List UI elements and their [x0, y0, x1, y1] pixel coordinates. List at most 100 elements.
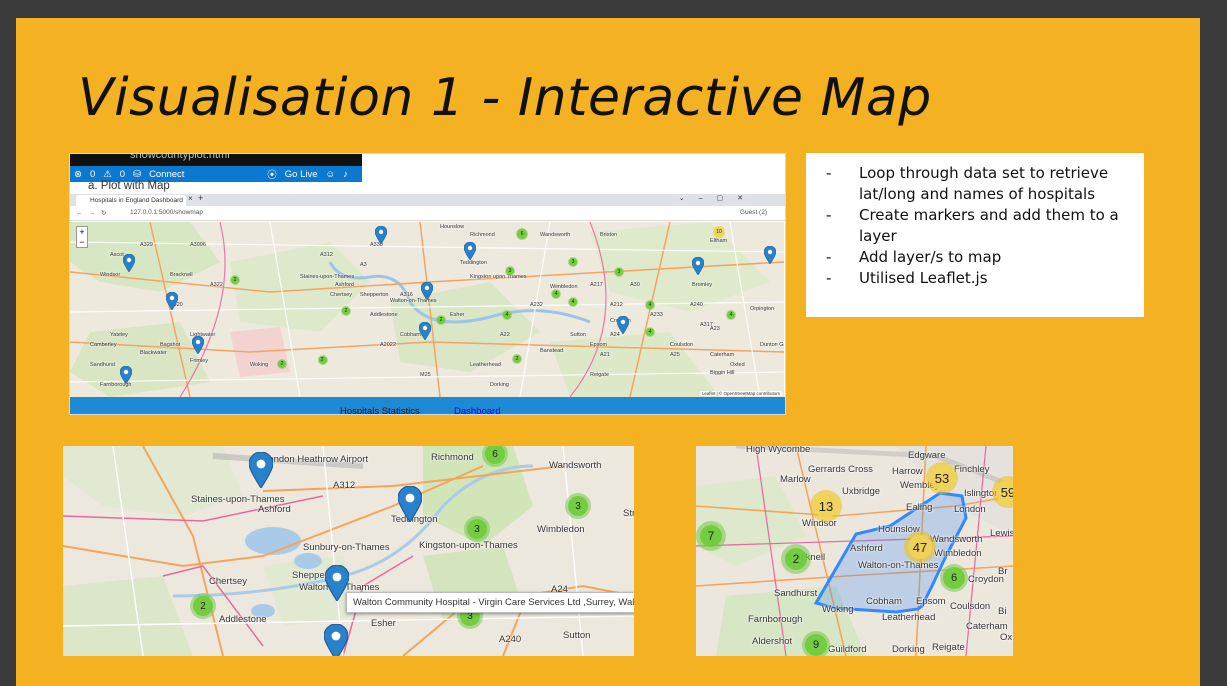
marker-cluster[interactable]: 2 [512, 354, 522, 364]
place-label: Chertsey [330, 292, 353, 298]
marker-cluster[interactable]: 53 [926, 462, 958, 494]
bullet-item: - Add layer/s to map [826, 248, 1002, 266]
place-label: Caterham [710, 352, 735, 358]
marker-cluster[interactable]: 2 [781, 544, 811, 574]
place-label: M25 [420, 372, 431, 378]
bell-icon[interactable]: ♪ [343, 169, 348, 180]
marker-cluster[interactable]: 4 [726, 310, 736, 320]
connect-button[interactable]: Connect [149, 169, 184, 180]
polygon-map[interactable]: High Wycombe Marlow Gerrards Cross Harrow Fi… [696, 446, 1013, 656]
place-label: Addlestone [370, 312, 398, 318]
place-label: A3 [360, 262, 367, 268]
window-controls[interactable]: ⌄–▢✕ [679, 194, 757, 202]
marker-cluster[interactable]: 2 [341, 306, 351, 316]
marker-cluster[interactable]: 4 [568, 297, 578, 307]
cluster-count: 2 [342, 307, 350, 315]
place-label: A2022 [380, 342, 396, 348]
marker-cluster[interactable]: 3 [568, 257, 578, 267]
marker-cluster[interactable]: 10 [713, 226, 725, 238]
cluster-count: 7 [700, 525, 722, 547]
cluster-count: 4 [646, 328, 654, 336]
map-marker-icon[interactable] [165, 291, 179, 315]
place-label: Uxbridge [842, 486, 881, 497]
place-label: Wandsworth [930, 534, 983, 545]
marker-cluster[interactable]: 13 [810, 490, 842, 522]
place-label: Kingston-upon-Thames [419, 540, 518, 551]
marker-cluster[interactable]: 4 [551, 289, 561, 299]
place-label: A240 [499, 634, 522, 645]
place-label: Lewis [990, 528, 1013, 539]
marker-cluster[interactable]: 2 [318, 356, 326, 364]
map-marker-icon[interactable] [420, 281, 434, 305]
place-label: Windsor [100, 272, 121, 278]
go-live-button[interactable]: Go Live [285, 169, 318, 180]
tab-title: Hospitals in England Dashboard [90, 197, 183, 204]
zoomed-map[interactable]: London Heathrow Airport Richmond Wandswort… [63, 446, 634, 656]
place-label: A329 [140, 242, 153, 248]
cluster-count: 4 [552, 290, 560, 298]
cluster-count: 10 [714, 227, 724, 237]
place-label: Orpington [750, 306, 775, 312]
dashboard-link[interactable]: Dashboard [454, 406, 500, 414]
map-marker-icon[interactable] [374, 225, 388, 249]
editor-file-name: showcountyplot.html [130, 153, 230, 161]
marker-cluster[interactable]: 6 [516, 228, 528, 240]
marker-cluster[interactable]: 6 [940, 564, 968, 592]
tab-close-icon[interactable]: × [188, 194, 193, 203]
cluster-count: 4 [503, 311, 511, 319]
nav-icons[interactable]: ←→↻ [76, 209, 112, 217]
marker-cluster[interactable]: 4 [645, 300, 655, 310]
warning-icon[interactable]: ⚠ [103, 169, 112, 180]
browser-tab[interactable]: Hospitals in England Dashboard [76, 195, 186, 206]
marker-cluster[interactable]: 2 [230, 275, 240, 285]
place-label: Reigate [590, 372, 609, 378]
place-label: A21 [600, 352, 610, 358]
place-label: Edgware [908, 450, 946, 461]
marker-cluster[interactable]: 9 [802, 631, 830, 656]
map-marker-icon[interactable] [397, 485, 423, 527]
url-field[interactable]: 127.0.0.1:5000/showmap [130, 209, 203, 216]
hospital-tooltip: Walton Community Hospital - Virgin Care … [346, 592, 634, 613]
map-marker-icon[interactable] [616, 315, 630, 339]
place-label: Cobham [866, 596, 902, 607]
place-label: Sutton [570, 332, 586, 338]
zoom-control[interactable]: + − [76, 226, 88, 248]
zoom-in-button[interactable]: + [77, 227, 87, 237]
map-marker-icon[interactable] [122, 253, 136, 277]
marker-cluster[interactable]: 7 [696, 521, 726, 551]
zoom-out-button[interactable]: − [77, 237, 87, 247]
map-marker-icon[interactable] [191, 335, 205, 359]
map-marker-icon[interactable] [418, 321, 432, 345]
profile-button[interactable]: Guest (2) [740, 209, 767, 216]
place-label: Bi [998, 606, 1007, 617]
marker-cluster[interactable]: 2 [436, 315, 446, 325]
main-map-screenshot: Hounslow Richmond Wandsworth Brixton Eltham W… [69, 153, 786, 415]
map-marker-icon[interactable] [248, 451, 274, 493]
marker-cluster[interactable]: 4 [645, 327, 655, 337]
marker-cluster[interactable]: 3 [614, 267, 624, 277]
place-label: Aldershot [752, 636, 793, 647]
feedback-icon[interactable]: ☺ [326, 169, 336, 180]
map-marker-icon[interactable] [691, 256, 705, 280]
place-label: Richmond [431, 452, 474, 463]
marker-cluster[interactable]: 3 [464, 516, 490, 542]
footer-title: Hospitals Statistics [340, 406, 420, 415]
marker-cluster[interactable]: 47 [904, 531, 936, 563]
marker-cluster[interactable]: 4 [502, 310, 512, 320]
place-label: Woking [250, 362, 269, 368]
place-label: A312 [320, 252, 333, 258]
map-marker-icon[interactable] [323, 623, 349, 656]
warning-count: 0 [119, 168, 126, 180]
bullet-item: - Utilised Leaflet.js [826, 269, 988, 287]
main-map[interactable]: Hounslow Richmond Wandsworth Brixton Eltham W… [70, 222, 784, 397]
map-marker-icon[interactable] [463, 241, 477, 265]
new-tab-icon[interactable]: + [198, 193, 203, 203]
error-icon[interactable]: ⊗ [74, 169, 82, 180]
map-marker-icon[interactable] [119, 365, 133, 389]
map-attribution[interactable]: Leaflet | © OpenStreetMap contributors [699, 391, 782, 396]
marker-cluster[interactable]: 3 [505, 266, 515, 276]
marker-cluster[interactable]: 2 [190, 593, 216, 619]
marker-cluster[interactable]: 2 [277, 359, 287, 369]
marker-cluster[interactable]: 3 [565, 493, 591, 519]
map-marker-icon[interactable] [763, 245, 777, 269]
